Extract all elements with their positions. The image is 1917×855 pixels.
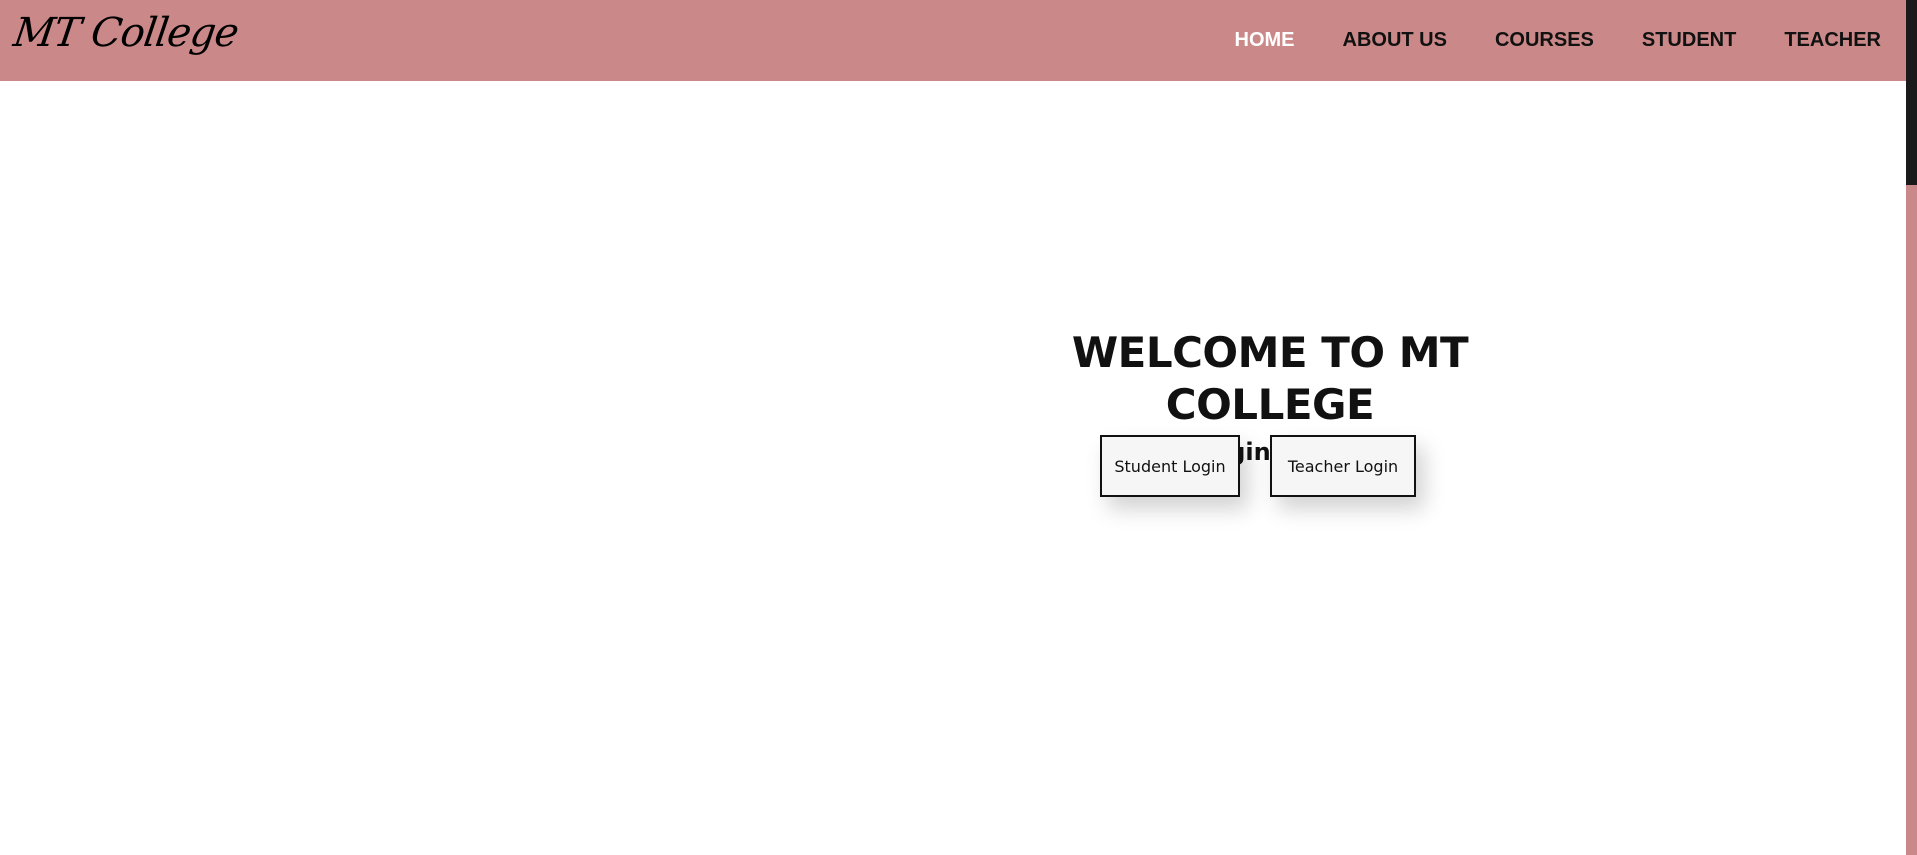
student-login-button[interactable]: Student Login bbox=[1100, 435, 1240, 497]
login-buttons: Student Login Teacher Login bbox=[1100, 435, 1416, 497]
nav-item-about-us[interactable]: ABOUT US bbox=[1343, 28, 1447, 52]
teacher-login-button[interactable]: Teacher Login bbox=[1270, 435, 1416, 497]
page-title: WELCOME TO MT COLLEGE bbox=[1071, 328, 1469, 429]
nav-item-home[interactable]: HOME bbox=[1235, 28, 1295, 52]
scrollbar-thumb[interactable] bbox=[1906, 0, 1917, 185]
nav-menu: HOME ABOUT US COURSES STUDENT TEACHER bbox=[1187, 28, 1881, 52]
nav-item-student[interactable]: STUDENT bbox=[1642, 28, 1736, 52]
nav-item-teacher[interactable]: TEACHER bbox=[1784, 28, 1881, 52]
navbar: MT College HOME ABOUT US COURSES STUDENT… bbox=[0, 0, 1906, 81]
nav-item-courses[interactable]: COURSES bbox=[1495, 28, 1594, 52]
site-logo[interactable]: MT College bbox=[11, 10, 241, 56]
page: MT College HOME ABOUT US COURSES STUDENT… bbox=[0, 0, 1917, 855]
